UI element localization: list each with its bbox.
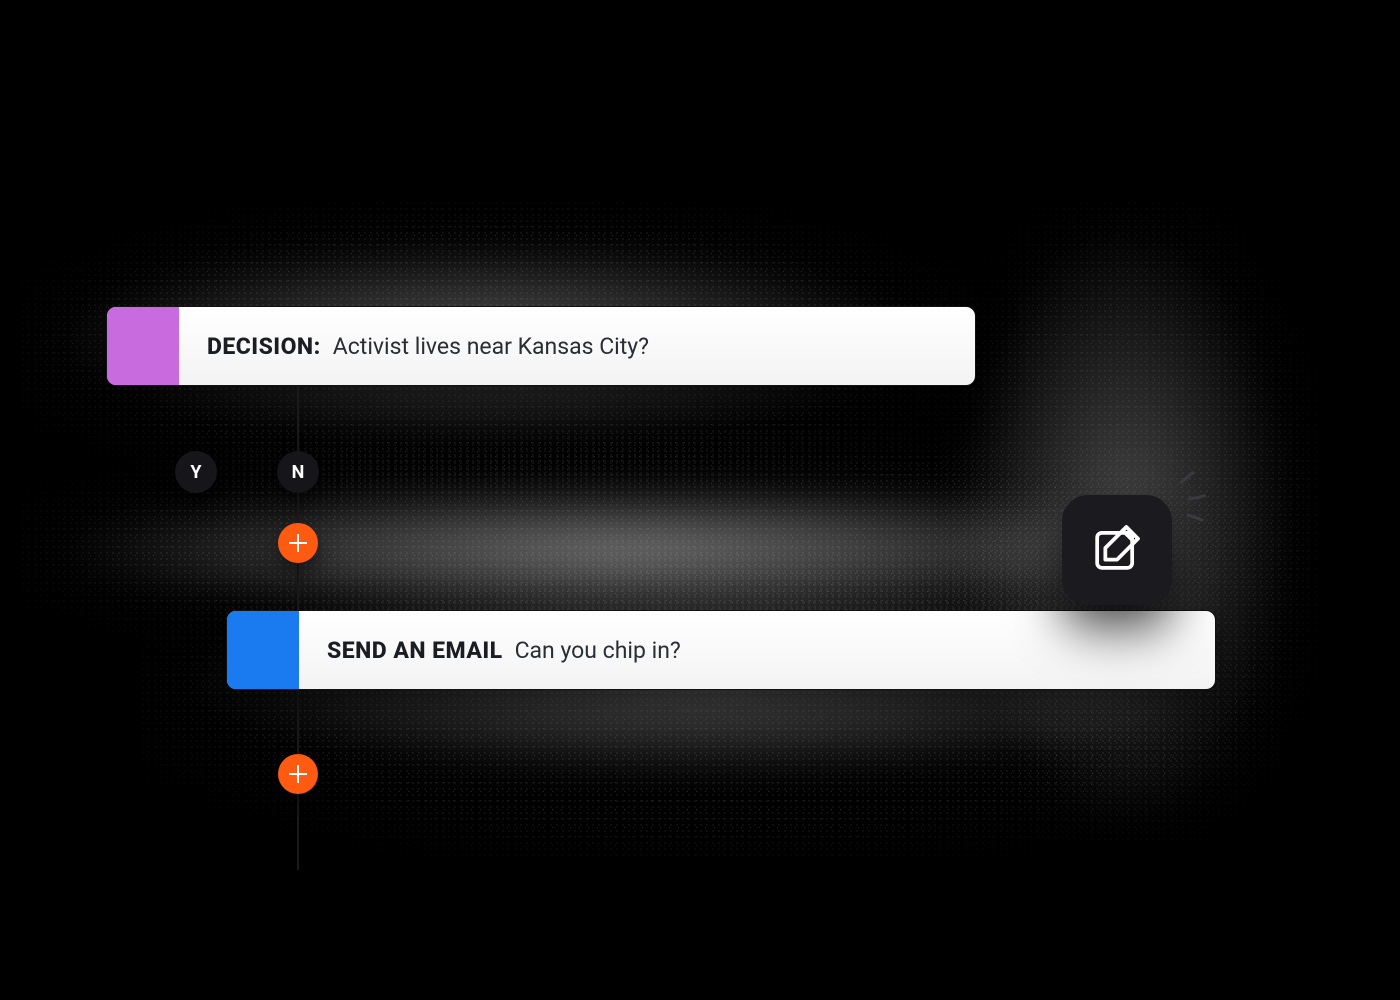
add-step-button[interactable]: [278, 754, 318, 794]
email-color-swatch: [227, 611, 299, 689]
email-node-text: Can you chip in?: [515, 637, 681, 664]
branch-chip-no-label: N: [292, 462, 305, 483]
decision-node-body: DECISION: Activist lives near Kansas Cit…: [179, 307, 677, 385]
glow-backdrop: [40, 480, 1220, 620]
decision-node-label: DECISION:: [207, 333, 321, 360]
decision-node-text: Activist lives near Kansas City?: [333, 333, 649, 360]
workflow-canvas: DECISION: Activist lives near Kansas Cit…: [0, 0, 1400, 1000]
branch-chip-yes[interactable]: Y: [175, 451, 217, 493]
click-accent-tick: [1186, 513, 1204, 522]
connector-line: [297, 386, 299, 610]
decision-node-card[interactable]: DECISION: Activist lives near Kansas Cit…: [106, 306, 976, 386]
branch-chip-no[interactable]: N: [277, 451, 319, 493]
edit-pencil-icon: [1089, 520, 1145, 580]
branch-chip-yes-label: Y: [190, 462, 201, 483]
decision-color-swatch: [107, 307, 179, 385]
click-accent-tick: [1179, 471, 1195, 485]
email-node-body: SEND AN EMAIL Can you chip in?: [299, 611, 709, 689]
email-node-label: SEND AN EMAIL: [327, 637, 503, 664]
add-step-button[interactable]: [278, 523, 318, 563]
email-node-card[interactable]: SEND AN EMAIL Can you chip in?: [226, 610, 1216, 690]
click-accent-tick: [1188, 494, 1206, 501]
edit-step-button[interactable]: [1062, 495, 1172, 605]
